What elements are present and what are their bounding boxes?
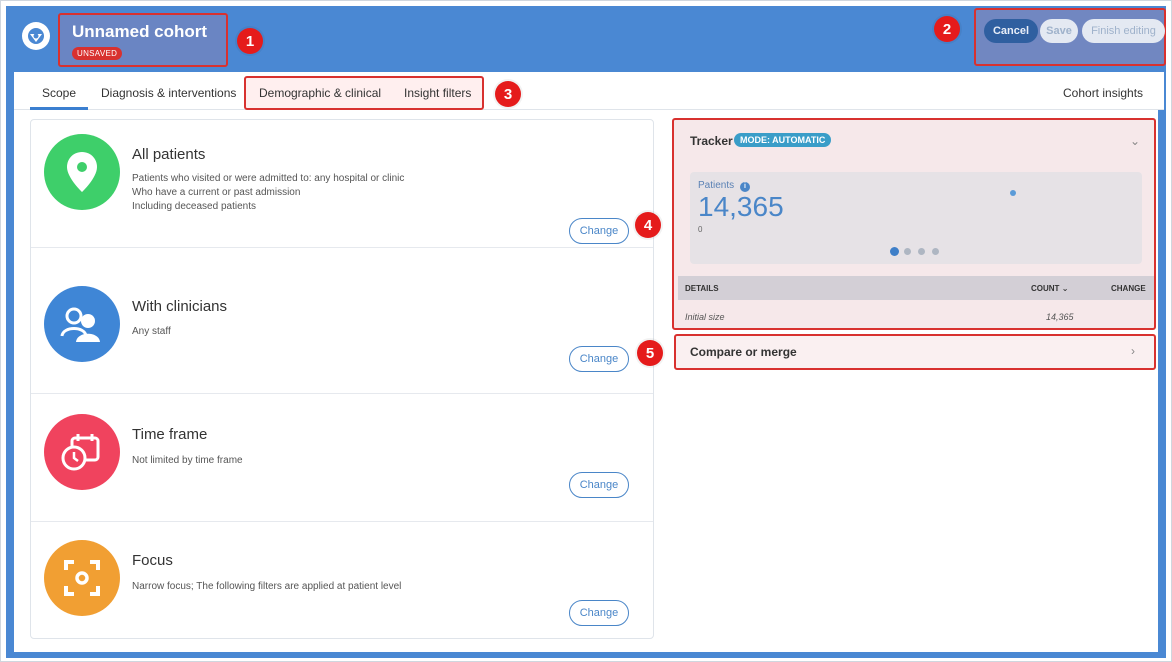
annotation-marker-4: 4 — [635, 212, 661, 238]
tracker-mode-badge[interactable]: MODE: AUTOMATIC — [734, 133, 832, 147]
row-label: Initial size — [685, 312, 725, 322]
scope-card-focus: Focus Narrow focus; The following filter… — [31, 520, 653, 640]
details-table-header — [678, 276, 1154, 300]
table-row — [678, 305, 1154, 329]
annotation-marker-5: 5 — [637, 340, 663, 366]
carousel-dot[interactable] — [918, 248, 925, 255]
chart-data-point — [1010, 190, 1016, 196]
tab-cohort-insights[interactable]: Cohort insights — [1063, 86, 1143, 100]
card-description: Not limited by time frame — [132, 455, 243, 466]
active-tab-indicator — [30, 107, 88, 110]
bottom-frame-stripe — [6, 652, 1166, 658]
change-scope-button[interactable]: Change — [569, 218, 629, 244]
chevron-right-icon[interactable]: › — [1131, 344, 1135, 358]
calendar-clock-icon — [44, 414, 120, 490]
tab-scope[interactable]: Scope — [42, 86, 76, 100]
card-title: All patients — [132, 146, 206, 163]
details-column-header: DETAILS — [685, 284, 719, 293]
tab-demographic-clinical[interactable]: Demographic & clinical — [259, 86, 381, 100]
scope-card-all-patients: All patients Patients who visited or wer… — [31, 120, 653, 248]
card-description: Any staff — [132, 326, 171, 337]
focus-target-icon — [44, 540, 120, 616]
cancel-button[interactable]: Cancel — [984, 19, 1038, 43]
row-count: 14,365 — [1046, 312, 1074, 322]
scope-panel: All patients Patients who visited or wer… — [30, 119, 654, 639]
annotation-marker-3: 3 — [495, 81, 521, 107]
change-time-frame-button[interactable]: Change — [569, 472, 629, 498]
carousel-dot[interactable] — [932, 248, 939, 255]
right-frame-stripe — [1158, 70, 1166, 654]
change-column-header: CHANGE — [1111, 284, 1146, 293]
cohort-title[interactable]: Unnamed cohort — [72, 22, 207, 42]
unsaved-badge: UNSAVED — [72, 47, 123, 60]
left-frame-stripe — [6, 70, 14, 654]
change-focus-button[interactable]: Change — [569, 600, 629, 626]
annotation-marker-1: 1 — [237, 28, 263, 54]
card-description: Patients who visited or were admitted to… — [132, 173, 405, 212]
scope-card-clinicians: With clinicians Any staff Change — [31, 266, 653, 394]
compare-merge-label[interactable]: Compare or merge — [690, 345, 797, 359]
count-column-header[interactable]: COUNT ⌄ — [1031, 284, 1068, 293]
card-title: Time frame — [132, 426, 208, 443]
save-button[interactable]: Save — [1040, 19, 1078, 43]
sort-chevron-icon[interactable]: ⌄ — [1062, 284, 1069, 293]
tab-diagnosis-interventions[interactable]: Diagnosis & interventions — [101, 86, 236, 100]
collapse-chevron-icon[interactable]: ⌄ — [1130, 134, 1140, 148]
cohort-logo-icon — [22, 22, 50, 50]
annotation-marker-2: 2 — [934, 16, 960, 42]
patients-count: 14,365 — [698, 191, 784, 222]
tracker-title: Tracker — [690, 134, 733, 148]
finish-editing-button[interactable]: Finish editing — [1082, 19, 1165, 43]
tab-insight-filters[interactable]: Insight filters — [404, 86, 471, 100]
card-title: With clinicians — [132, 298, 228, 315]
scope-card-time-frame: Time frame Not limited by time frame Cha… — [31, 394, 653, 522]
clinicians-icon — [44, 286, 120, 362]
card-description: Narrow focus; The following filters are … — [132, 581, 402, 592]
carousel-dot-active[interactable] — [890, 247, 899, 256]
chart-axis-zero: 0 — [698, 225, 703, 234]
card-title: Focus — [132, 552, 173, 569]
carousel-dot[interactable] — [904, 248, 911, 255]
change-clinicians-button[interactable]: Change — [569, 346, 629, 372]
location-pin-icon — [44, 134, 120, 210]
